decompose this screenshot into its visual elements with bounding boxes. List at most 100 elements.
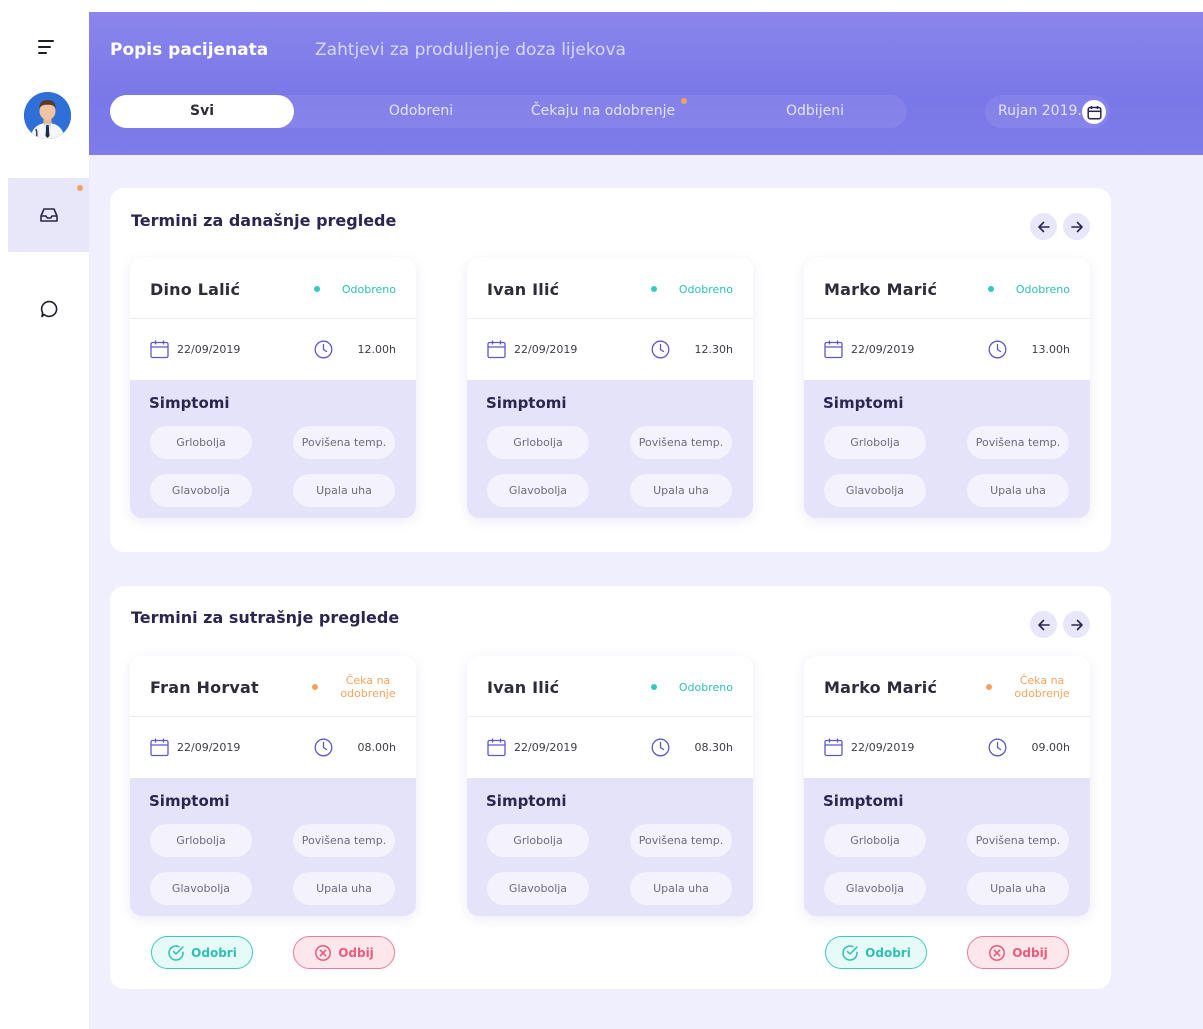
prev-arrow-icon[interactable] [1030,213,1057,240]
symptom-chip[interactable]: Glavobolja [150,872,252,905]
appointment-time: 08.00h [357,741,396,754]
status-dot [312,684,318,690]
chat-icon [40,300,57,318]
symptom-chip[interactable]: Grlobolja [487,824,589,857]
avatar[interactable] [24,92,71,139]
symptoms-section: Simptomi Grlobolja Povišena temp. Glavob… [467,778,753,916]
symptoms-section: Simptomi Grlobolja Povišena temp. Glavob… [130,778,416,916]
appointment-date: 22/09/2019 [851,343,915,356]
status-badge: Odobreno [313,276,396,302]
appointment-card[interactable]: Ivan Ilić Odobreno 22/09/2019 12.30h Sim… [467,258,753,518]
symptoms-title: Simptomi [149,792,230,810]
tab-dose-extension-requests[interactable]: Zahtjevi za produljenje doza lijekova [315,40,626,60]
calendar-icon [487,340,506,359]
appointment-date: 22/09/2019 [514,343,578,356]
symptom-chip[interactable]: Glavobolja [824,872,926,905]
filter-approved[interactable]: Odobreni [346,95,496,128]
patient-name: Marko Marić [824,280,938,299]
calendar-icon [150,340,169,359]
symptom-chip[interactable]: Grlobolja [824,426,926,459]
pending-dot [681,98,687,104]
menu-icon[interactable] [38,40,56,54]
symptom-chip[interactable]: Upala uha [630,872,732,905]
appointment-time: 08.30h [694,741,733,754]
doctor-avatar-icon [24,92,71,139]
status-dot [986,684,992,690]
sidebar-item-chat[interactable] [8,272,89,346]
appointment-time: 12.30h [694,343,733,356]
reject-button[interactable]: Odbij [967,936,1069,969]
filter-rejected[interactable]: Odbijeni [750,95,880,128]
filter-all[interactable]: Svi [110,95,294,128]
status-badge: Čeka na odobrenje [986,674,1070,700]
symptom-chip[interactable]: Grlobolja [487,426,589,459]
x-circle-icon [315,944,332,961]
prev-arrow-icon[interactable] [1030,611,1057,638]
symptom-chip[interactable]: Povišena temp. [630,824,732,857]
symptom-chip[interactable]: Glavobolja [487,872,589,905]
tab-patient-list[interactable]: Popis pacijenata [110,40,268,60]
symptom-chip[interactable]: Grlobolja [150,824,252,857]
status-badge: Odobreno [650,276,733,302]
status-badge: Odobreno [987,276,1070,302]
symptom-chip[interactable]: Upala uha [293,872,395,905]
appointment-date: 22/09/2019 [514,741,578,754]
symptom-chip[interactable]: Upala uha [630,474,732,507]
section-title: Termini za sutrašnje preglede [131,608,400,627]
symptom-chip[interactable]: Grlobolja [150,426,252,459]
calendar-icon[interactable] [1082,100,1106,124]
symptoms-title: Simptomi [486,792,567,810]
filter-pending[interactable]: Čekaju na odobrenje [518,95,688,128]
symptom-chip[interactable]: Povišena temp. [967,426,1069,459]
symptom-chip[interactable]: Povišena temp. [293,824,395,857]
patient-name: Ivan Ilić [487,678,560,697]
month-picker[interactable]: Rujan 2019. [985,95,1110,128]
symptom-chip[interactable]: Glavobolja [150,474,252,507]
today-appointments-panel: Termini za današnje preglede Dino Lalić … [110,188,1111,552]
status-badge: Čeka na odobrenje [312,674,396,700]
symptom-chip[interactable]: Povišena temp. [967,824,1069,857]
calendar-icon [824,340,843,359]
clock-icon [314,738,333,757]
status-dot [313,286,320,292]
symptoms-section: Simptomi Grlobolja Povišena temp. Glavob… [804,380,1090,518]
sidebar-item-inbox[interactable] [8,178,89,252]
clock-icon [988,738,1007,757]
status-badge: Odobreno [650,674,733,700]
symptom-chip[interactable]: Upala uha [293,474,395,507]
symptoms-title: Simptomi [823,792,904,810]
patient-name: Dino Lalić [150,280,241,299]
appointment-card[interactable]: Fran Horvat Čeka na odobrenje 22/09/2019… [130,656,416,916]
symptom-chip[interactable]: Povišena temp. [293,426,395,459]
appointment-card[interactable]: Ivan Ilić Odobreno 22/09/2019 08.30h Sim… [467,656,753,916]
appointment-card[interactable]: Dino Lalić Odobreno 22/09/2019 12.00h Si… [130,258,416,518]
inbox-icon [39,208,58,222]
symptom-chip[interactable]: Upala uha [967,872,1069,905]
clock-icon [988,340,1007,359]
approve-button[interactable]: Odobri [825,936,927,969]
appointment-date: 22/09/2019 [851,741,915,754]
symptom-chip[interactable]: Grlobolja [824,824,926,857]
symptom-chip[interactable]: Povišena temp. [630,426,732,459]
next-arrow-icon[interactable] [1063,213,1090,240]
symptoms-title: Simptomi [149,394,230,412]
reject-button[interactable]: Odbij [293,936,395,969]
clock-icon [651,340,670,359]
approve-button[interactable]: Odobri [151,936,253,969]
clock-icon [314,340,333,359]
status-dot [650,286,657,292]
notification-dot [77,185,83,191]
symptoms-title: Simptomi [486,394,567,412]
status-filter: Svi Odobreni Čekaju na odobrenje Odbijen… [110,95,907,128]
status-dot [650,684,657,690]
calendar-icon [824,738,843,757]
appointment-time: 13.00h [1031,343,1070,356]
symptom-chip[interactable]: Glavobolja [824,474,926,507]
patient-name: Marko Marić [824,678,938,697]
appointment-card[interactable]: Marko Marić Čeka na odobrenje 22/09/2019… [804,656,1090,916]
appointment-card[interactable]: Marko Marić Odobreno 22/09/2019 13.00h S… [804,258,1090,518]
symptom-chip[interactable]: Glavobolja [487,474,589,507]
next-arrow-icon[interactable] [1063,611,1090,638]
symptom-chip[interactable]: Upala uha [967,474,1069,507]
symptoms-title: Simptomi [823,394,904,412]
